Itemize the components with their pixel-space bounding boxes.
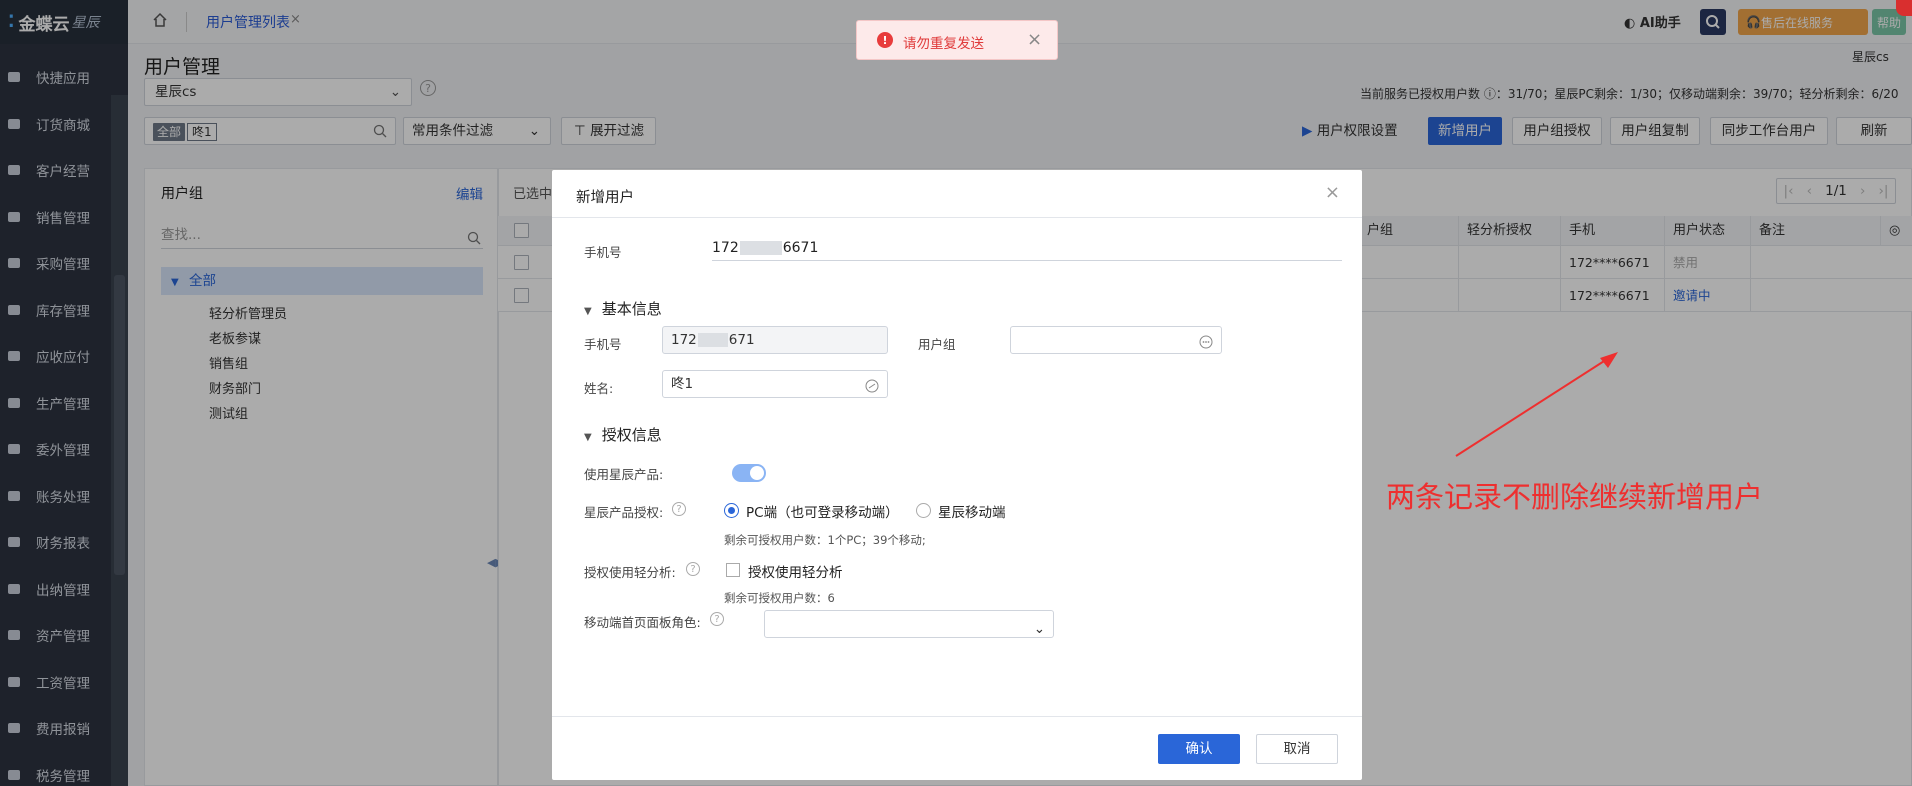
name-label: 姓名:: [584, 381, 614, 396]
light-analysis-checkbox[interactable]: [726, 563, 740, 577]
chevron-down-icon: ⌄: [1033, 621, 1045, 637]
help-circle-icon[interactable]: ?: [710, 612, 724, 626]
phone-underline: [712, 260, 1342, 261]
caret-down-icon: ▼: [584, 432, 592, 443]
phone-mask: [739, 241, 782, 255]
caret-down-icon: ▼: [584, 306, 592, 317]
auth-info-section[interactable]: ▼ 授权信息: [584, 424, 662, 445]
pc-remaining-hint: 剩余可授权用户数：1个PC；39个移动;: [724, 533, 926, 547]
light-analysis-label: 授权使用轻分析:: [584, 565, 676, 580]
confirm-button[interactable]: 确认: [1158, 734, 1240, 764]
use-product-toggle[interactable]: [732, 464, 766, 482]
close-icon[interactable]: ×: [1027, 29, 1042, 50]
phone-tail: 6671: [782, 240, 819, 256]
basic-info-title: 基本信息: [601, 300, 662, 318]
basic-phone-label: 手机号: [584, 337, 622, 352]
help-circle-icon[interactable]: ?: [672, 502, 686, 516]
phone-head: 172: [712, 240, 739, 256]
mobile-role-label: 移动端首页面板角色:: [584, 615, 701, 630]
phone-input[interactable]: 172 6671: [712, 240, 818, 256]
notification-badge[interactable]: [1896, 0, 1912, 16]
basic-phone-tail: 671: [728, 332, 755, 348]
annotation-arrow: [1455, 352, 1618, 457]
name-input[interactable]: 咚1: [662, 370, 888, 398]
mobile-role-select[interactable]: ⌄: [764, 610, 1054, 638]
product-auth-label: 星辰产品授权:: [584, 505, 664, 520]
user-group-label: 用户组: [918, 337, 956, 352]
basic-info-section[interactable]: ▼ 基本信息: [584, 298, 662, 319]
dialog-title: 新增用户: [576, 190, 634, 206]
dialog-footer-divider: [552, 716, 1362, 717]
add-user-dialog: 新增用户 × 手机号 172 6671 ▼ 基本信息 手机号 172 671 用户组 …: [552, 170, 1362, 780]
error-icon: !: [877, 32, 893, 48]
mobile-option-label[interactable]: 星辰移动端: [938, 501, 1006, 521]
name-value: 咚1: [671, 376, 694, 392]
auth-info-title: 授权信息: [601, 426, 662, 444]
more-icon[interactable]: [1199, 332, 1213, 358]
basic-phone-input[interactable]: 172 671: [662, 326, 888, 354]
phone-label: 手机号: [584, 245, 622, 260]
user-group-input[interactable]: [1010, 326, 1222, 354]
cancel-button[interactable]: 取消: [1256, 734, 1338, 764]
basic-phone-head: 172: [671, 332, 697, 348]
toast-message: 请勿重复发送: [903, 36, 984, 52]
close-icon[interactable]: ×: [1325, 182, 1340, 203]
dialog-header: 新增用户 ×: [552, 170, 1362, 218]
translate-icon[interactable]: [865, 376, 879, 402]
help-circle-icon[interactable]: ?: [686, 562, 700, 576]
light-analysis-option-label[interactable]: 授权使用轻分析: [748, 561, 843, 581]
light-remaining-hint: 剩余可授权用户数：6: [724, 591, 835, 605]
error-toast: ! 请勿重复发送 ×: [856, 20, 1058, 60]
pc-radio[interactable]: [724, 503, 739, 518]
use-product-label: 使用星辰产品:: [584, 467, 664, 482]
mobile-radio[interactable]: [916, 503, 931, 518]
annotation-text: 两条记录不删除继续新增用户: [1386, 480, 1764, 514]
pc-option-label[interactable]: PC端（也可登录移动端）: [746, 501, 899, 521]
phone-mask: [697, 333, 728, 347]
